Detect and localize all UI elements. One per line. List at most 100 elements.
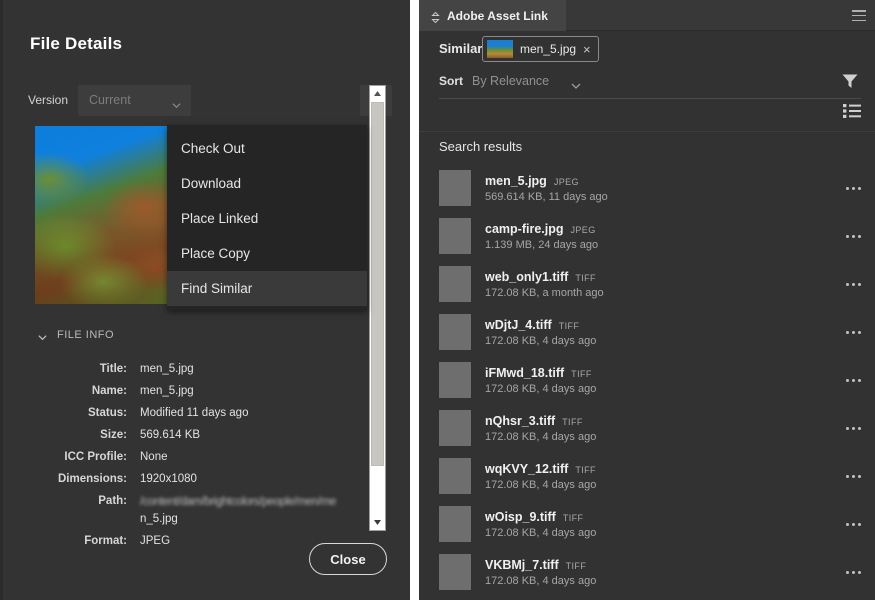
menu-line-3 [852, 19, 866, 21]
result-thumbnail [439, 458, 471, 494]
result-thumbnail [439, 506, 471, 542]
view-mode-row [419, 96, 875, 132]
result-filetype: TIFF [565, 560, 587, 571]
file-info-key: Path: [98, 495, 127, 507]
result-row[interactable]: wOisp_9.tiff TIFF 172.08 KB, 4 days ago [419, 500, 875, 548]
list-view-icon[interactable] [843, 104, 861, 118]
result-details: 172.08 KB, 4 days ago [485, 334, 597, 347]
file-info-header[interactable]: FILE INFO [37, 326, 367, 344]
result-row[interactable]: men_5.jpg JPEG 569.614 KB, 11 days ago [419, 164, 875, 212]
file-info-row: Name: men_5.jpg [37, 383, 367, 399]
similar-filter-row: Similar men_5.jpg × [419, 33, 875, 66]
hamburger-menu-icon[interactable] [852, 10, 866, 21]
menu-item-find-similar[interactable]: Find Similar [167, 271, 367, 306]
result-details: 172.08 KB, 4 days ago [485, 574, 597, 587]
version-select[interactable]: Current [78, 85, 191, 116]
result-row[interactable]: camp-fire.jpg JPEG 1.139 MB, 24 days ago [419, 212, 875, 260]
result-row[interactable]: iFMwd_18.tiff TIFF 172.08 KB, 4 days ago [419, 356, 875, 404]
result-row[interactable]: web_only1.tiff TIFF 172.08 KB, a month a… [419, 260, 875, 308]
chip-thumbnail [487, 40, 513, 58]
result-meta: wqKVY_12.tiff TIFF 172.08 KB, 4 days ago [485, 462, 846, 491]
result-row[interactable]: nQhsr_3.tiff TIFF 172.08 KB, 4 days ago [419, 404, 875, 452]
result-more-options-button[interactable] [846, 570, 861, 574]
result-filetype: TIFF [575, 464, 596, 475]
file-info-value: Modified 11 days ago [140, 407, 249, 419]
file-path-line2-suffix: .jpg [159, 513, 178, 525]
result-details: 569.614 KB, 11 days ago [485, 190, 608, 203]
result-thumbnail [439, 314, 471, 350]
scrollbar-thumb[interactable] [371, 102, 384, 466]
result-row[interactable]: wqKVY_12.tiff TIFF 172.08 KB, 4 days ago [419, 452, 875, 500]
result-details: 172.08 KB, 4 days ago [485, 478, 597, 491]
chip-label: men_5.jpg [520, 42, 577, 56]
menu-item-download[interactable]: Download [167, 166, 367, 201]
result-meta: wDjtJ_4.tiff TIFF 172.08 KB, 4 days ago [485, 318, 846, 347]
result-more-options-button[interactable] [846, 426, 861, 430]
result-meta: iFMwd_18.tiff TIFF 172.08 KB, 4 days ago [485, 366, 846, 395]
filter-funnel-icon[interactable] [840, 71, 860, 91]
result-more-options-button[interactable] [846, 474, 861, 478]
asset-preview-image [35, 126, 172, 304]
file-info-row: ICC Profile: None [37, 449, 367, 465]
result-more-options-button[interactable] [846, 282, 861, 286]
menu-item-check-out[interactable]: Check Out [167, 131, 367, 166]
result-meta: wOisp_9.tiff TIFF 172.08 KB, 4 days ago [485, 510, 846, 539]
panel-divider [410, 0, 419, 600]
result-more-options-button[interactable] [846, 522, 861, 526]
tab-label: Adobe Asset Link [447, 8, 548, 23]
close-button[interactable]: Close [309, 543, 387, 575]
sort-select-value[interactable]: By Relevance [472, 74, 549, 88]
panel-tabbar: Adobe Asset Link [419, 0, 875, 31]
result-meta: men_5.jpg JPEG 569.614 KB, 11 days ago [485, 174, 846, 203]
menu-line-2 [852, 14, 866, 17]
result-thumbnail [439, 218, 471, 254]
chevron-down-icon[interactable] [571, 78, 581, 89]
file-info-value: None [140, 451, 168, 463]
file-info-value: 569.614 KB [140, 429, 201, 441]
result-filename: VKBMj_7.tiff [485, 557, 559, 572]
app-root: File Details Version Current Check Out D… [0, 0, 875, 600]
result-thumbnail [439, 266, 471, 302]
result-details: 1.139 MB, 24 days ago [485, 238, 599, 251]
scroll-down-arrow-icon[interactable] [370, 515, 385, 530]
search-results-list: men_5.jpg JPEG 569.614 KB, 11 days ago c… [419, 164, 875, 596]
file-info-key: ICC Profile: [64, 451, 127, 463]
menu-line-1 [852, 10, 866, 12]
chevron-down-icon [37, 330, 48, 341]
result-filetype: JPEG [570, 224, 596, 235]
result-filename: wqKVY_12.tiff [485, 461, 569, 476]
similar-asset-chip[interactable]: men_5.jpg × [482, 36, 599, 62]
result-filetype: TIFF [562, 416, 583, 427]
menu-item-place-linked[interactable]: Place Linked [167, 201, 367, 236]
result-thumbnail [439, 170, 471, 206]
result-more-options-button[interactable] [846, 330, 861, 334]
result-more-options-button[interactable] [846, 234, 861, 238]
chevron-down-icon [172, 97, 181, 109]
file-info-key: Name: [91, 385, 127, 397]
close-icon[interactable]: × [583, 43, 591, 56]
result-meta: VKBMj_7.tiff TIFF 172.08 KB, 4 days ago [485, 558, 846, 587]
result-filename: iFMwd_18.tiff [485, 365, 565, 380]
tab-adobe-asset-link[interactable]: Adobe Asset Link [419, 0, 566, 31]
result-filename: wOisp_9.tiff [485, 509, 556, 524]
file-info-row-path: Path: /content/dam/brightcolors/people/m… [37, 493, 367, 527]
file-info-key: Size: [100, 429, 127, 441]
result-details: 172.08 KB, 4 days ago [485, 430, 597, 443]
file-info-value-path: /content/dam/brightcolors/people/men/me … [140, 493, 336, 527]
result-filetype: TIFF [562, 512, 584, 523]
result-filename: camp-fire.jpg [485, 221, 564, 236]
scroll-up-arrow-icon[interactable] [370, 86, 385, 101]
result-filetype: TIFF [575, 272, 596, 283]
vertical-scrollbar[interactable] [369, 85, 386, 531]
file-details-dialog: File Details Version Current Check Out D… [0, 0, 410, 600]
file-info-value: JPEG [140, 535, 171, 547]
result-row[interactable]: VKBMj_7.tiff TIFF 172.08 KB, 4 days ago [419, 548, 875, 596]
file-info-key: Format: [84, 535, 127, 547]
result-filetype: TIFF [558, 320, 580, 331]
result-more-options-button[interactable] [846, 378, 861, 382]
menu-item-place-copy[interactable]: Place Copy [167, 236, 367, 271]
result-meta: camp-fire.jpg JPEG 1.139 MB, 24 days ago [485, 222, 846, 251]
result-more-options-button[interactable] [846, 186, 861, 190]
result-row[interactable]: wDjtJ_4.tiff TIFF 172.08 KB, 4 days ago [419, 308, 875, 356]
result-details: 172.08 KB, a month ago [485, 286, 604, 299]
